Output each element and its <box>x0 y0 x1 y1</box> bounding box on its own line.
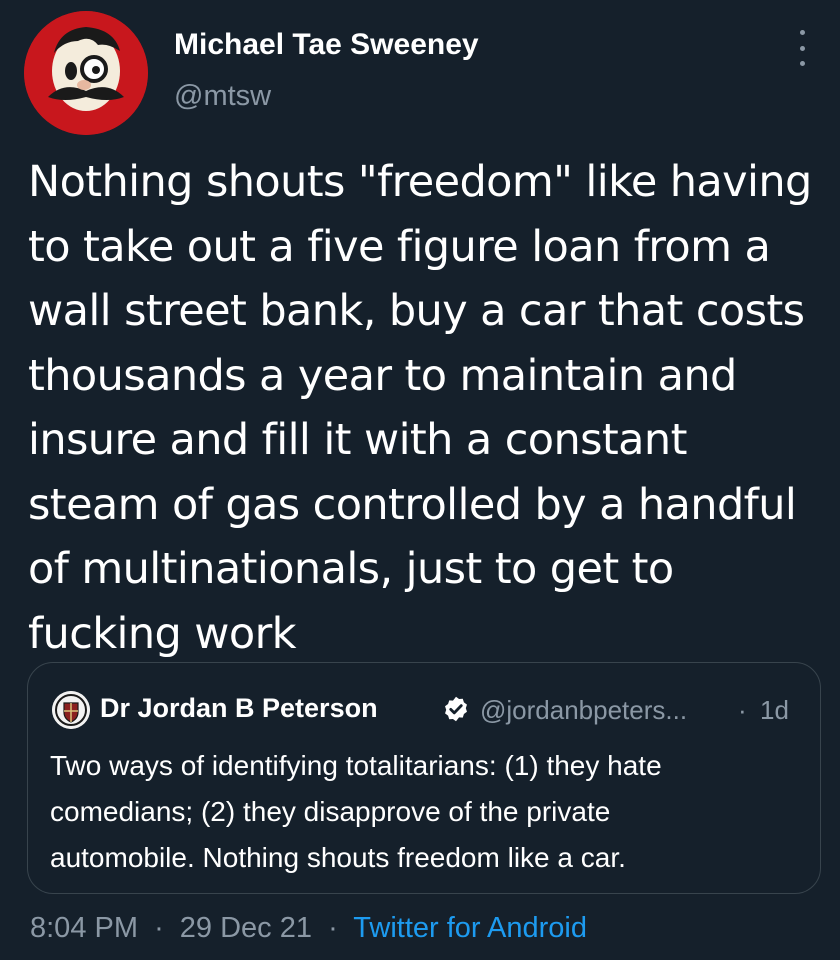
tweet-meta: 8:04 PM · 29 Dec 21 · Twitter for Androi… <box>30 912 587 945</box>
meta-separator: · <box>154 912 164 944</box>
quoted-author-handle[interactable]: @jordanbpeters... <box>480 695 687 726</box>
more-dot <box>799 45 805 51</box>
quoted-author-name[interactable]: Dr Jordan B Peterson <box>100 693 378 724</box>
quoted-separator: · <box>738 695 747 725</box>
mascot-avatar-icon <box>24 11 148 135</box>
quoted-author-avatar[interactable] <box>52 691 90 729</box>
more-dot <box>799 30 805 35</box>
tweet-text: Nothing shouts "freedom" like having to … <box>28 150 828 666</box>
quoted-timestamp[interactable]: 1d <box>760 695 789 726</box>
tweet-line: of multinationals, just to get to <box>28 544 674 594</box>
tweet-line: Nothing shouts "freedom" like having <box>28 157 812 207</box>
author-display-name[interactable]: Michael Tae Sweeney <box>174 28 479 62</box>
quoted-line: automobile. Nothing shouts freedom like … <box>50 842 626 873</box>
quoted-tweet-card[interactable]: Dr Jordan B Peterson @jordanbpeters... ·… <box>27 662 821 894</box>
tweet-time[interactable]: 8:04 PM <box>30 912 138 944</box>
tweet-line: insure and fill it with a constant <box>28 415 687 465</box>
tweet-line: thousands a year to maintain and <box>28 350 737 401</box>
author-handle[interactable]: @mtsw <box>174 80 271 113</box>
tweet-line: wall street bank, buy a car that costs <box>28 286 805 336</box>
tweet-line: steam of gas controlled by a handful <box>28 479 797 530</box>
author-avatar[interactable] <box>24 11 148 135</box>
tweet-line: fucking work <box>28 608 297 659</box>
tweet-line: to take out a five figure loan from a <box>28 221 771 272</box>
verified-badge-icon <box>442 695 470 723</box>
more-dot <box>799 61 805 66</box>
quoted-line: Two ways of identifying totalitarians: (… <box>50 750 662 781</box>
meta-separator: · <box>328 912 338 944</box>
tweet-source-link[interactable]: Twitter for Android <box>353 912 587 944</box>
tweet-date[interactable]: 29 Dec 21 <box>180 912 312 944</box>
more-options-icon[interactable] <box>786 30 818 66</box>
crest-avatar-icon <box>52 691 90 729</box>
quoted-line: comedians; (2) they disapprove of the pr… <box>50 796 611 827</box>
quoted-tweet-text: Two ways of identifying totalitarians: (… <box>50 743 810 881</box>
